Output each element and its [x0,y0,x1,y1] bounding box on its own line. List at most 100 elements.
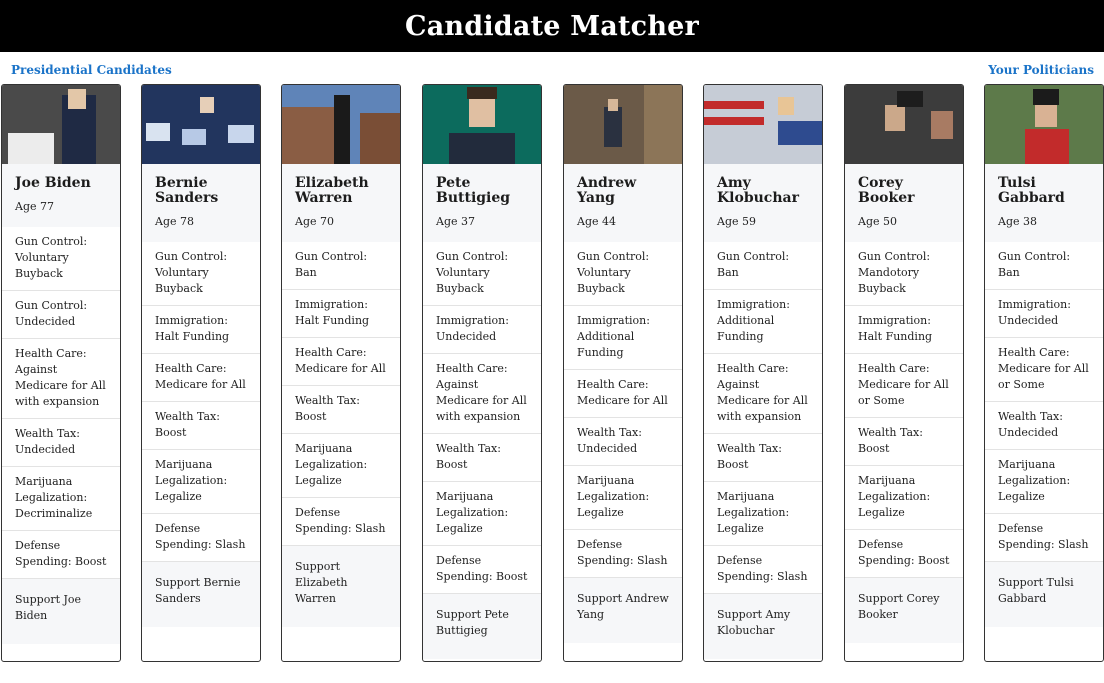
policy-item: Defense Spending: Boost [423,545,541,593]
policy-item: Defense Spending: Slash [282,497,400,545]
support-candidate-button[interactable]: Support Pete Buttigieg [423,593,541,659]
policy-list: Gun Control: Ban Immigration: Undecided He… [985,242,1103,561]
candidate-age: Age 38 [998,215,1037,228]
policy-item: Wealth Tax: Boost [142,401,260,449]
candidate-name: Corey Booker [858,175,915,206]
policy-item: Immigration: Undecided [985,289,1103,337]
policy-item: Marijuana Legalization: Legalize [142,449,260,513]
policy-item: Wealth Tax: Undecided [2,418,120,466]
support-candidate-button[interactable]: Support Corey Booker [845,577,963,643]
policy-item: Defense Spending: Boost [845,529,963,577]
your-politicians-link[interactable]: Your Politicians [988,63,1094,77]
policy-item: Health Care: Medicare for All [282,337,400,385]
support-candidate-button[interactable]: Support Amy Klobuchar [704,593,822,659]
policy-item: Defense Spending: Boost [2,530,120,578]
support-candidate-button[interactable]: Support Joe Biden [2,578,120,644]
policy-item: Defense Spending: Slash [985,513,1103,561]
candidate-header: Tulsi Gabbard Age 38 [985,164,1103,242]
policy-list: Gun Control: Ban Immigration: Halt Fundin… [282,242,400,545]
candidate-name: Pete Buttigieg [436,175,511,206]
policy-item: Health Care: Medicare for All or Some [985,337,1103,401]
candidate-header: Elizabeth Warren Age 70 [282,164,400,242]
policy-item: Wealth Tax: Boost [704,433,822,481]
support-candidate-button[interactable]: Support Tulsi Gabbard [985,561,1103,627]
candidate-photo [2,85,120,164]
candidate-photo [564,85,682,164]
candidate-card: Bernie Sanders Age 78 Gun Control: Volunta… [141,84,261,662]
policy-item: Gun Control: Voluntary Buyback [436,250,509,295]
candidate-header: Corey Booker Age 50 [845,164,963,242]
policy-item: Health Care: Against Medicare for All wi… [423,353,541,433]
policy-item: Gun Control: Ban [295,250,368,279]
policy-list: Gun Control: Voluntary Buyback Gun Contro… [2,227,120,578]
candidate-card: Andrew Yang Age 44 Gun Control: Voluntary … [563,84,683,662]
candidate-name: Bernie Sanders [155,175,219,206]
candidate-header: Bernie Sanders Age 78 [142,164,260,242]
support-candidate-button[interactable]: Support Bernie Sanders [142,561,260,627]
candidate-header: Amy Klobuchar Age 59 [704,164,822,242]
policy-item: Marijuana Legalization: Legalize [985,449,1103,513]
candidate-age: Age 70 [295,215,334,228]
policy-item: Gun Control: Ban [717,250,790,279]
policy-item: Wealth Tax: Boost [423,433,541,481]
policy-item: Immigration: Halt Funding [282,289,400,337]
policy-item: Gun Control: Undecided [2,290,120,338]
candidate-card: Pete Buttigieg Age 37 Gun Control: Volunta… [422,84,542,662]
policy-item: Defense Spending: Slash [564,529,682,577]
policy-item: Gun Control: Voluntary Buyback [577,250,650,295]
candidate-header: Pete Buttigieg Age 37 [423,164,541,242]
candidate-name: Joe Biden [15,175,91,191]
candidate-header: Andrew Yang Age 44 [564,164,682,242]
policy-item: Wealth Tax: Boost [845,417,963,465]
candidate-card: Corey Booker Age 50 Gun Control: Mandotory… [844,84,964,662]
policy-list: Gun Control: Voluntary Buyback Immigratio… [423,242,541,593]
candidate-card: Elizabeth Warren Age 70 Gun Control: Ban Im… [281,84,401,662]
policy-item: Gun Control: Voluntary Buyback [15,235,88,280]
app-header: Candidate Matcher [0,0,1104,52]
candidate-name: Tulsi Gabbard [998,175,1065,206]
policy-item: Wealth Tax: Undecided [564,417,682,465]
policy-item: Wealth Tax: Boost [282,385,400,433]
candidate-photo [142,85,260,164]
candidate-age: Age 77 [15,200,54,213]
candidate-card: Tulsi Gabbard Age 38 Gun Control: Ban Immig… [984,84,1104,662]
candidate-photo [423,85,541,164]
policy-item: Immigration: Undecided [423,305,541,353]
policy-item: Gun Control: Mandotory Buyback [858,250,931,295]
policy-list: Gun Control: Ban Immigration: Additional … [704,242,822,593]
candidate-photo [845,85,963,164]
policy-item: Marijuana Legalization: Legalize [423,481,541,545]
policy-item: Immigration: Additional Funding [704,289,822,353]
presidential-candidates-link[interactable]: Presidential Candidates [11,63,172,77]
policy-item: Marijuana Legalization: Legalize [704,481,822,545]
policy-item: Health Care: Against Medicare for All wi… [2,338,120,418]
policy-item: Immigration: Halt Funding [845,305,963,353]
candidate-header: Joe Biden Age 77 [2,164,120,227]
policy-item: Marijuana Legalization: Legalize [564,465,682,529]
policy-item: Gun Control: Voluntary Buyback [155,250,228,295]
policy-item: Health Care: Medicare for All [142,353,260,401]
policy-item: Marijuana Legalization: Legalize [282,433,400,497]
policy-item: Immigration: Halt Funding [142,305,260,353]
candidate-card: Amy Klobuchar Age 59 Gun Control: Ban Immig… [703,84,823,662]
policy-item: Wealth Tax: Undecided [985,401,1103,449]
candidate-age: Age 78 [155,215,194,228]
policy-item: Marijuana Legalization: Legalize [845,465,963,529]
policy-item: Defense Spending: Slash [704,545,822,593]
candidate-age: Age 37 [436,215,475,228]
policy-list: Gun Control: Voluntary Buyback Immigratio… [564,242,682,577]
support-candidate-button[interactable]: Support Andrew Yang [564,577,682,643]
candidate-photo [282,85,400,164]
policy-list: Gun Control: Voluntary Buyback Immigratio… [142,242,260,561]
candidate-photo [704,85,822,164]
candidate-name: Elizabeth Warren [295,175,369,206]
candidate-name: Amy Klobuchar [717,175,799,206]
policy-item: Gun Control: Ban [998,250,1071,279]
policy-item: Defense Spending: Slash [142,513,260,561]
candidate-card: Joe Biden Age 77 Gun Control: Voluntary Bu… [1,84,121,662]
support-candidate-button[interactable]: Support Elizabeth Warren [282,545,400,627]
policy-item: Health Care: Medicare for All or Some [845,353,963,417]
candidate-photo [985,85,1103,164]
policy-item: Marijuana Legalization: Decriminalize [2,466,120,530]
candidate-age: Age 59 [717,215,756,228]
